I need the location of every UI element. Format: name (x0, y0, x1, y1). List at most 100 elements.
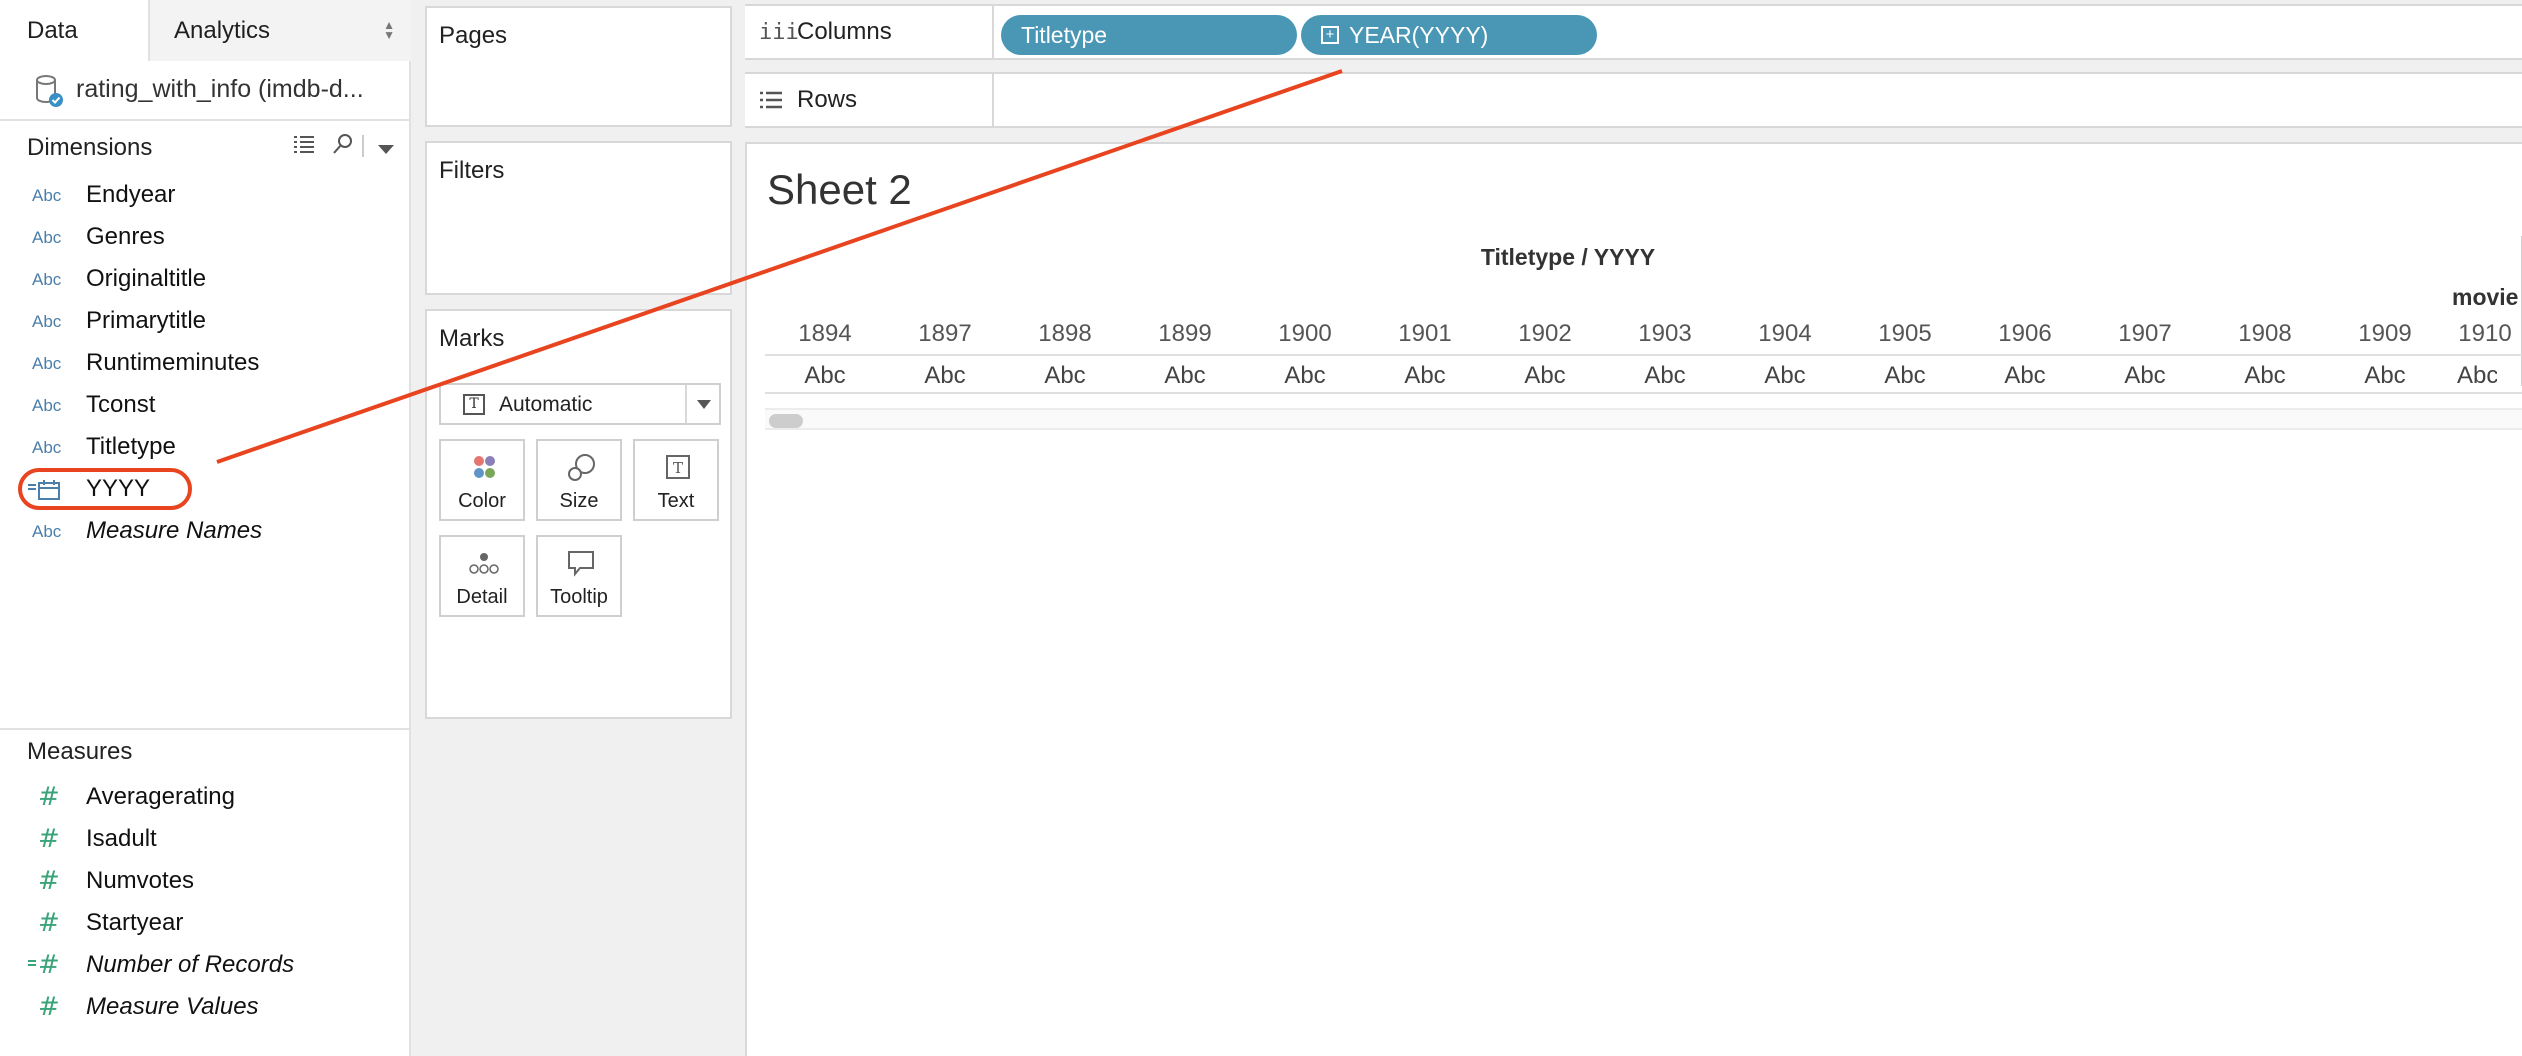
year-yyyy-pill[interactable]: + YEAR(YYYY) (1301, 15, 1597, 55)
size-button[interactable]: Size (536, 439, 622, 521)
field-measure-values[interactable]: # Measure Values (0, 987, 409, 1029)
text-mark-partial[interactable]: Abc (2457, 362, 2497, 390)
text-mark[interactable]: Abc (1845, 362, 1965, 390)
string-type-icon: Abc (32, 396, 62, 415)
year-header[interactable]: 1908 (2205, 320, 2325, 348)
field-originaltitle[interactable]: Abc Originaltitle (0, 259, 409, 301)
field-titletype[interactable]: Abc Titletype (0, 427, 409, 469)
horizontal-scrollbar[interactable] (765, 408, 2522, 430)
rows-shelf-label: Rows (745, 74, 994, 126)
string-type-icon: Abc (32, 312, 62, 331)
field-label: Runtimeminutes (86, 349, 260, 376)
rows-icon (760, 91, 782, 109)
field-numvotes[interactable]: # Numvotes (0, 861, 409, 903)
tab-analytics[interactable]: Analytics ▲ ▼ (150, 0, 411, 61)
text-mark-row: Abc Abc Abc Abc Abc Abc Abc Abc Abc Abc … (765, 356, 2522, 394)
color-label: Color (458, 490, 506, 512)
mark-type-label: Automatic (499, 393, 593, 416)
text-mark[interactable]: Abc (2205, 362, 2325, 390)
year-header[interactable]: 1899 (1125, 320, 1245, 348)
string-type-icon: Abc (32, 522, 62, 541)
detail-dots-icon (469, 553, 499, 574)
year-header[interactable]: 1901 (1365, 320, 1485, 348)
size-label: Size (559, 490, 599, 512)
field-label: Tconst (86, 391, 156, 418)
text-mark[interactable]: Abc (1605, 362, 1725, 390)
field-runtimeminutes[interactable]: Abc Runtimeminutes (0, 343, 409, 385)
text-button[interactable]: T Text (633, 439, 719, 521)
year-header[interactable]: 1902 (1485, 320, 1605, 348)
field-primarytitle[interactable]: Abc Primarytitle (0, 301, 409, 343)
field-measure-names[interactable]: Abc Measure Names (0, 511, 409, 553)
text-mark[interactable]: Abc (1485, 362, 1605, 390)
year-header[interactable]: 1906 (1965, 320, 2085, 348)
marks-card: Marks T Automatic Color Size T Text Deta… (425, 309, 732, 719)
text-mark[interactable]: Abc (1005, 362, 1125, 390)
marks-label: Marks (439, 325, 505, 352)
pill-label: Titletype (1021, 22, 1108, 48)
number-type-icon: # (38, 908, 60, 938)
pane-tabs: Data Analytics ▲ ▼ (0, 0, 411, 61)
list-view-icon[interactable] (292, 133, 316, 160)
text-label: Text (657, 490, 695, 512)
field-tconst[interactable]: Abc Tconst (0, 385, 409, 427)
chevron-down-icon[interactable] (697, 400, 711, 409)
year-header[interactable]: 1897 (885, 320, 1005, 348)
tooltip-button[interactable]: Tooltip (536, 535, 622, 617)
number-type-icon: # (38, 950, 60, 980)
year-header[interactable]: 1907 (2085, 320, 2205, 348)
year-header[interactable]: 1903 (1605, 320, 1725, 348)
text-mark[interactable]: Abc (1725, 362, 1845, 390)
text-mark[interactable]: Abc (765, 362, 885, 390)
mark-type-dropdown[interactable]: T Automatic (439, 383, 721, 425)
year-header[interactable]: 1910 (2445, 320, 2522, 348)
color-button[interactable]: Color (439, 439, 525, 521)
year-header[interactable]: 1905 (1845, 320, 1965, 348)
field-label: Endyear (86, 181, 176, 208)
expand-plus-icon[interactable]: + (1321, 25, 1339, 44)
view-canvas[interactable]: Sheet 2 Titletype / YYYY movie 1894 1897… (745, 142, 2522, 1056)
svg-text:T: T (673, 459, 683, 477)
tooltip-label: Tooltip (550, 586, 608, 608)
text-mark[interactable]: Abc (2325, 362, 2445, 390)
data-pane: Data Analytics ▲ ▼ rating_with_info (imdb… (0, 0, 411, 1056)
chevron-down-icon[interactable] (378, 142, 394, 160)
columns-shelf-label: iii Columns (745, 6, 994, 58)
number-type-icon: # (38, 992, 60, 1022)
columns-shelf[interactable]: iii Columns Titletype + YEAR(YYYY) (745, 4, 2522, 60)
year-header[interactable]: 1904 (1725, 320, 1845, 348)
detail-label: Detail (456, 586, 508, 608)
text-mark[interactable]: Abc (2085, 362, 2205, 390)
tab-data[interactable]: Data (0, 0, 150, 61)
field-genres[interactable]: Abc Genres (0, 217, 409, 259)
field-endyear[interactable]: Abc Endyear (0, 175, 409, 217)
field-isadult[interactable]: # Isadult (0, 819, 409, 861)
text-mark[interactable]: Abc (1965, 362, 2085, 390)
datasource[interactable]: rating_with_info (imdb-d... (0, 61, 409, 121)
field-number-of-records[interactable]: # Number of Records (0, 945, 409, 987)
sort-arrows-icon[interactable]: ▲ ▼ (383, 19, 395, 41)
text-mark[interactable]: Abc (885, 362, 1005, 390)
field-label: Measure Values (86, 993, 259, 1020)
year-header[interactable]: 1900 (1245, 320, 1365, 348)
pages-shelf[interactable]: Pages (425, 6, 732, 127)
year-header[interactable]: 1894 (765, 320, 885, 348)
field-label: Primarytitle (86, 307, 207, 334)
scrollbar-thumb[interactable] (769, 414, 803, 428)
number-type-icon: # (38, 824, 60, 854)
rows-shelf[interactable]: Rows (745, 72, 2522, 128)
columns-label: Columns (797, 18, 892, 45)
database-icon (36, 75, 63, 107)
text-mark[interactable]: Abc (1245, 362, 1365, 390)
annotation-highlight-circle (18, 468, 192, 510)
year-header[interactable]: 1898 (1005, 320, 1125, 348)
text-mark[interactable]: Abc (1365, 362, 1485, 390)
titletype-pill[interactable]: Titletype (1001, 15, 1297, 55)
filters-shelf[interactable]: Filters (425, 141, 732, 295)
search-icon[interactable] (332, 133, 354, 160)
detail-button[interactable]: Detail (439, 535, 525, 617)
field-startyear[interactable]: # Startyear (0, 903, 409, 945)
field-averagerating[interactable]: # Averagerating (0, 777, 409, 819)
text-mark[interactable]: Abc (1125, 362, 1245, 390)
year-header[interactable]: 1909 (2325, 320, 2445, 348)
